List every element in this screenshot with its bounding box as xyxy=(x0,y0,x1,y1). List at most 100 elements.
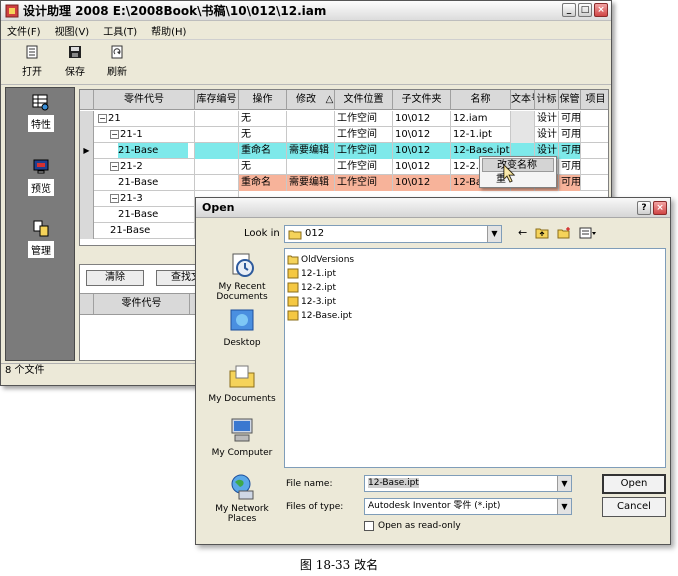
op-cell: 重命名 xyxy=(239,175,287,191)
menubar: 文件(F) 视图(V) 工具(T) 帮助(H) xyxy=(1,22,611,38)
main-title: 设计助理 2008 E:\2008Book\书稿\10\012\12.iam xyxy=(23,4,327,18)
place-my-computer[interactable]: My Computer xyxy=(202,416,282,458)
preview-panel-button[interactable]: 预览 xyxy=(6,158,76,196)
row-selector[interactable] xyxy=(80,207,94,223)
row-selector[interactable] xyxy=(80,111,94,127)
text-cell xyxy=(511,127,535,143)
open-toolbar-button[interactable]: 打开 xyxy=(15,45,49,78)
collapse-icon[interactable]: − xyxy=(110,193,119,203)
menu-help[interactable]: 帮助(H) xyxy=(151,23,186,38)
row-selector[interactable] xyxy=(80,159,94,175)
help-button[interactable]: ? xyxy=(637,201,651,215)
row-selector[interactable] xyxy=(80,191,94,207)
col-file-location[interactable]: 文件位置 xyxy=(335,90,393,110)
view-menu-icon[interactable] xyxy=(579,227,597,239)
current-row-arrow-icon[interactable]: ▶ xyxy=(80,143,94,159)
folder-icon xyxy=(288,230,302,240)
loc-cell: 工作空间 xyxy=(335,143,393,159)
menu-view[interactable]: 视图(V) xyxy=(55,23,90,38)
part-file-icon xyxy=(287,310,299,321)
open-button[interactable]: Open xyxy=(602,474,666,494)
col-status[interactable]: 保管 xyxy=(559,90,581,110)
list-item[interactable]: OldVersions xyxy=(287,253,354,267)
col-project[interactable]: 项目 xyxy=(581,90,608,110)
sub-cell: 10\012 xyxy=(393,159,451,175)
read-only-checkbox[interactable]: Open as read-only xyxy=(364,521,461,531)
dialog-title: Open xyxy=(196,198,670,218)
place-label: My Network Places xyxy=(215,504,269,524)
app-icon xyxy=(5,4,19,17)
look-in-label: Look in xyxy=(244,228,280,239)
file-type-value: Autodesk Inventor 零件 (*.ipt) xyxy=(368,501,501,511)
place-recent-documents[interactable]: My Recent Documents xyxy=(202,250,282,302)
look-in-dropdown[interactable]: 012 ▼ xyxy=(284,225,502,243)
sort-triangle-icon[interactable]: △ xyxy=(325,90,335,110)
col-stock-number[interactable]: 库存编号 xyxy=(195,90,239,110)
part-name: 21-Base xyxy=(118,143,188,158)
monitor-preview-icon xyxy=(33,159,49,174)
place-desktop[interactable]: Desktop xyxy=(202,306,282,348)
row-selector[interactable] xyxy=(80,127,94,143)
new-folder-icon[interactable] xyxy=(557,226,571,239)
save-toolbar-label: 保存 xyxy=(65,67,85,78)
save-toolbar-button[interactable]: 保存 xyxy=(58,45,92,78)
list-item[interactable]: 12-Base.ipt xyxy=(287,309,352,323)
table-row[interactable]: −21 无 工作空间 10\012 12.iam 设计 可用 xyxy=(80,111,608,127)
list-item[interactable]: 12-1.ipt xyxy=(287,267,336,281)
part-name: 21-3 xyxy=(120,193,143,204)
col-modify[interactable]: 修改 xyxy=(287,90,325,110)
col-name[interactable]: 名称 xyxy=(451,90,511,110)
context-rename-item[interactable]: 改变名称 xyxy=(482,158,554,172)
file-type-select[interactable]: Autodesk Inventor 零件 (*.ipt) ▼ xyxy=(364,498,572,515)
close-button[interactable]: × xyxy=(594,3,608,17)
place-my-documents[interactable]: My Documents xyxy=(202,362,282,404)
file-name-label: File name: xyxy=(286,479,333,489)
context-item-2[interactable]: 重 xyxy=(482,173,554,187)
part-cell: −21-2 xyxy=(94,159,195,175)
col-text[interactable]: 文本号 xyxy=(511,90,535,110)
cancel-button[interactable]: Cancel xyxy=(602,497,666,517)
dialog-close-button[interactable]: × xyxy=(653,201,667,215)
col-part-number[interactable]: 零件代号 xyxy=(94,90,195,110)
results-col-part-number[interactable]: 零件代号 xyxy=(94,294,190,314)
file-list[interactable]: OldVersions 12-1.ipt 12-2.ipt 12-3.ipt 1… xyxy=(284,248,666,468)
back-arrow-icon[interactable]: ← xyxy=(518,226,527,239)
refresh-toolbar-button[interactable]: 刷新 xyxy=(100,45,134,78)
part-cell: 21-Base xyxy=(94,175,195,191)
collapse-icon[interactable]: − xyxy=(110,129,119,139)
col-subfolder[interactable]: 子文件夹 xyxy=(393,90,451,110)
collapse-icon[interactable]: − xyxy=(110,161,119,171)
documents-folder-icon xyxy=(229,365,255,388)
up-folder-icon[interactable] xyxy=(535,227,549,239)
list-item[interactable]: 12-3.ipt xyxy=(287,295,336,309)
collapse-icon[interactable]: − xyxy=(98,113,107,123)
part-name: 21-Base xyxy=(110,225,151,236)
chevron-down-icon[interactable]: ▼ xyxy=(557,499,571,514)
menu-tools[interactable]: 工具(T) xyxy=(103,23,137,38)
col-design[interactable]: 计标 xyxy=(535,90,559,110)
maximize-button[interactable]: □ xyxy=(578,3,592,17)
file-name-field[interactable]: 12-Base.ipt ▼ xyxy=(364,475,572,492)
chevron-down-icon[interactable]: ▼ xyxy=(487,226,501,242)
look-in-value: 012 xyxy=(305,228,325,239)
place-network[interactable]: My Network Places xyxy=(202,472,282,524)
table-row[interactable]: −21-1 无 工作空间 10\012 12-1.ipt 设计 可用 xyxy=(80,127,608,143)
minimize-button[interactable]: _ xyxy=(562,3,576,17)
stock-cell xyxy=(195,175,239,191)
checkbox-box[interactable] xyxy=(364,521,374,531)
chevron-down-icon[interactable]: ▼ xyxy=(557,476,571,491)
col-operation[interactable]: 操作 xyxy=(239,90,287,110)
clear-button[interactable]: 清除 xyxy=(86,270,144,286)
op-cell: 重命名 xyxy=(239,143,287,159)
file-name: 12-Base.ipt xyxy=(301,311,352,321)
manage-panel-button[interactable]: 管理 xyxy=(6,220,76,258)
row-selector[interactable] xyxy=(80,175,94,191)
list-item[interactable]: 12-2.ipt xyxy=(287,281,336,295)
row-selector-header xyxy=(80,90,94,110)
properties-panel-button[interactable]: 特性 xyxy=(6,94,76,132)
menu-file[interactable]: 文件(F) xyxy=(7,23,41,38)
left-panel: 特性 预览 管理 xyxy=(5,87,75,361)
file-cell: 12.iam xyxy=(451,111,511,127)
sub-cell: 10\012 xyxy=(393,111,451,127)
row-selector[interactable] xyxy=(80,223,94,239)
